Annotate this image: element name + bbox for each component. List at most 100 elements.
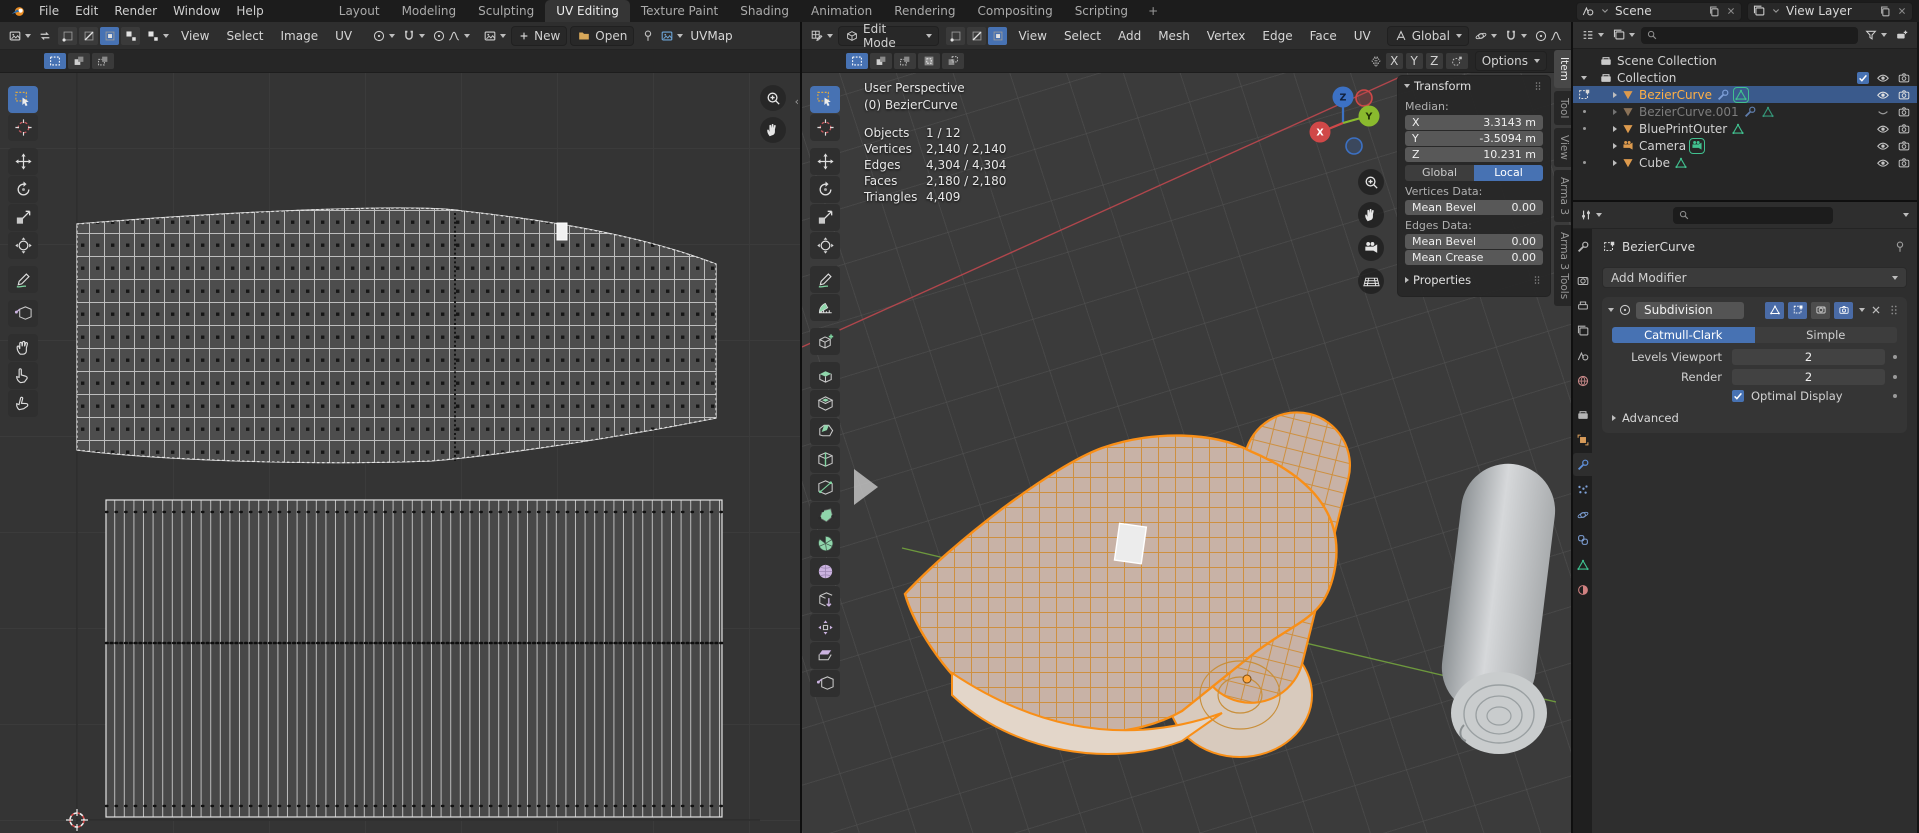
collapse-icon[interactable] [1608,308,1614,312]
tab-constraints[interactable] [1573,528,1592,551]
render-camera-icon[interactable] [1897,105,1911,119]
tool-move[interactable] [810,148,840,175]
sidebar-tab-view[interactable]: View [1554,128,1571,168]
workspace-tab-layout[interactable]: Layout [328,0,391,22]
eye-icon[interactable] [1876,156,1890,170]
expand-icon[interactable] [1613,159,1617,166]
tab-object-data[interactable] [1573,553,1592,576]
box-select-mode-new[interactable] [44,53,66,69]
tab-view-layer[interactable] [1573,319,1592,342]
remove-view-layer-icon[interactable] [1896,5,1908,17]
unlink-scene-icon[interactable] [1725,5,1737,17]
workspace-tab-scripting[interactable]: Scripting [1064,0,1139,22]
eye-icon[interactable] [1876,88,1890,102]
vp-menu-face[interactable]: Face [1303,26,1344,46]
tool-rotate[interactable] [8,176,38,203]
tool-pinch[interactable] [8,390,38,417]
uv-menu-select[interactable]: Select [219,26,270,46]
tab-render[interactable] [1573,269,1592,292]
tool-measure[interactable] [810,294,840,321]
tool-relax[interactable] [8,362,38,389]
animate-dot[interactable] [1893,375,1897,379]
mesh-data-icon[interactable] [1674,156,1688,170]
tool-scale[interactable] [8,204,38,231]
delete-modifier-icon[interactable] [1869,303,1883,317]
outliner-row-beziercurve[interactable]: BezierCurve [1573,86,1917,103]
uv-pivot-dropdown[interactable] [370,26,398,45]
mirror-z-toggle[interactable]: Z [1425,53,1443,69]
menu-file[interactable]: File [31,2,67,20]
expand-icon[interactable] [1613,108,1617,115]
vp-menu-edge[interactable]: Edge [1255,26,1299,46]
vp-box-select-intersect[interactable] [942,53,964,69]
tool-rip-region[interactable] [810,670,840,697]
vp-menu-select[interactable]: Select [1057,26,1108,46]
uv-sticky-mode-dropdown[interactable] [144,26,171,45]
vp-menu-mesh[interactable]: Mesh [1151,26,1197,46]
tab-collection[interactable] [1573,403,1592,426]
render-toggle[interactable] [1834,301,1853,319]
uv-image-preview-dropdown[interactable] [658,26,686,45]
tab-output[interactable] [1573,294,1592,317]
menu-window[interactable]: Window [165,2,228,20]
camera-view-button[interactable] [1358,235,1384,261]
tool-shear[interactable] [810,642,840,669]
breadcrumb-object-name[interactable]: BezierCurve [1622,240,1695,254]
uv-sync-selection-toggle[interactable] [36,26,54,45]
render-camera-icon[interactable] [1897,156,1911,170]
tab-world[interactable] [1573,369,1592,392]
eye-closed-icon[interactable] [1876,105,1890,119]
snap-target-dropdown[interactable] [1472,26,1499,45]
properties-options-dropdown[interactable] [1903,213,1909,217]
collection-checkbox[interactable] [1857,71,1869,84]
mesh-data-icon[interactable] [1732,86,1749,103]
eye-icon[interactable] [1876,122,1890,136]
tool-move[interactable] [8,148,38,175]
uv-zoom-button[interactable] [760,85,786,111]
camera-data-icon[interactable] [1689,137,1706,154]
pin-icon[interactable] [641,29,655,43]
viewport-pan-button[interactable] [1358,202,1384,228]
expand-icon[interactable] [1613,125,1617,132]
animate-dot[interactable] [1893,394,1897,398]
tool-bevel[interactable] [810,418,840,445]
sidebar-tab-arma3[interactable]: Arma 3 [1554,170,1571,223]
workspace-tab-sculpting[interactable]: Sculpting [467,0,545,22]
vp-menu-view[interactable]: View [1011,26,1053,46]
workspace-tab-rendering[interactable]: Rendering [883,0,966,22]
tool-annotate[interactable] [8,266,38,293]
tool-smooth[interactable] [810,558,840,585]
outliner-row-cube[interactable]: Cube [1573,154,1917,171]
properties-panel-header[interactable]: Properties [1405,270,1543,290]
tool-options-dropdown[interactable]: Options [1474,51,1547,71]
modifier-name-field[interactable]: Subdivision [1636,301,1744,319]
copy-scene-icon[interactable] [1707,4,1721,18]
eye-icon[interactable] [1876,139,1890,153]
tool-add-cube[interactable] [810,328,840,355]
blender-logo-icon[interactable] [10,4,27,19]
uv-pan-button[interactable] [760,117,786,143]
vp-box-select-extend[interactable] [870,53,892,69]
expand-icon[interactable] [1613,142,1617,149]
outliner-search-input[interactable] [1641,26,1858,44]
drag-dots-icon[interactable] [1887,303,1901,317]
tool-rotate[interactable] [810,176,840,203]
menu-edit[interactable]: Edit [67,2,106,20]
median-x-field[interactable]: X 3.3143 m [1405,115,1543,130]
tool-shrink-fatten[interactable] [810,614,840,641]
advanced-section-header[interactable]: Advanced [1612,411,1897,425]
select-mode-face[interactable] [988,26,1008,45]
median-z-field[interactable]: Z 10.231 m [1405,147,1543,162]
add-modifier-dropdown[interactable]: Add Modifier [1602,267,1907,288]
viewport-editor-type-button[interactable] [808,26,835,45]
tool-tweak-select[interactable] [810,86,840,113]
pin-icon[interactable] [1893,240,1907,254]
tab-particles[interactable] [1573,478,1592,501]
workspace-tab-uv-editing[interactable]: UV Editing [545,0,630,22]
animate-dot[interactable] [1893,355,1897,359]
tool-poly-build[interactable] [810,502,840,529]
viewport-canvas[interactable]: User Perspective (0) BezierCurve Objects… [802,73,1571,833]
transform-panel-header[interactable]: Transform [1398,76,1550,96]
workspace-tab-texture-paint[interactable]: Texture Paint [630,0,729,22]
sidebar-tab-tool[interactable]: Tool [1554,90,1571,126]
